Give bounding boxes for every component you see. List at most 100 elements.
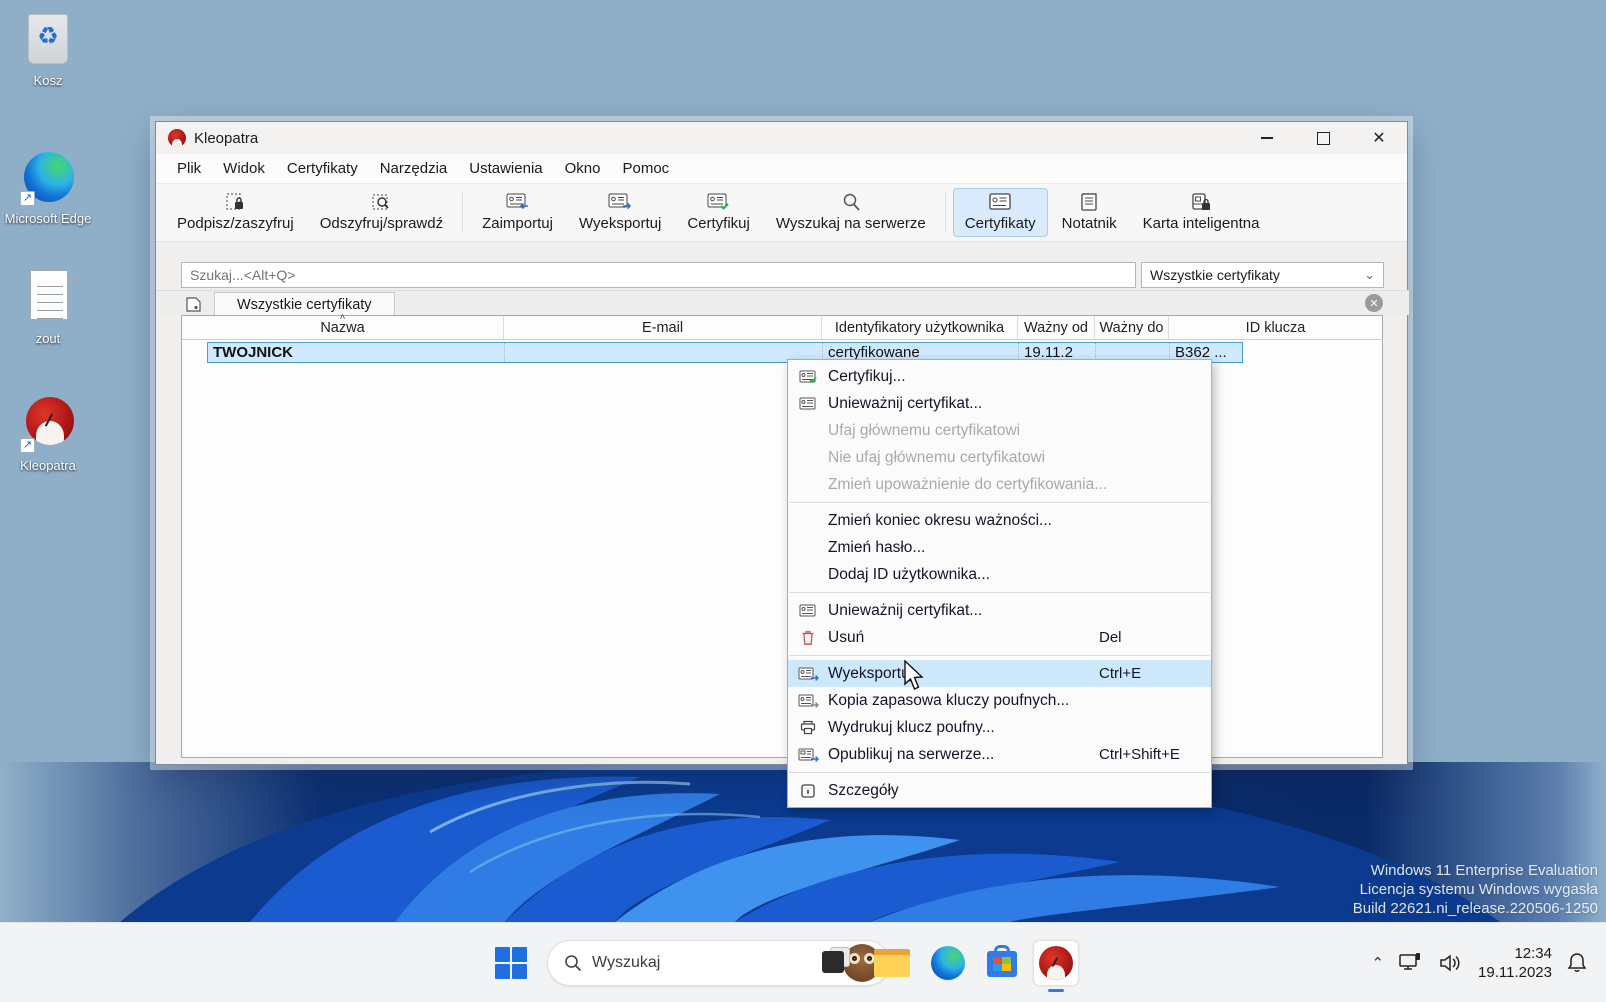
column-header-nazwa[interactable]: ˄ Nazwa xyxy=(182,316,504,339)
titlebar[interactable]: Kleopatra ✕ xyxy=(156,122,1407,154)
export-icon xyxy=(608,192,632,212)
shortcut-arrow-icon: ↗ xyxy=(20,438,35,453)
close-button[interactable]: ✕ xyxy=(1351,122,1407,154)
context-item-add-user-id[interactable]: Dodaj ID użytkownika... xyxy=(788,561,1211,588)
file-explorer-button[interactable] xyxy=(870,941,914,985)
window-title: Kleopatra xyxy=(194,130,258,147)
column-header-email[interactable]: E-mail xyxy=(504,316,822,339)
toolbar: Podpisz/zaszyfruj Odszyfruj/sprawdź Zaim… xyxy=(156,184,1407,242)
context-item-distrust-root: Nie ufaj głównemu certyfikatowi xyxy=(788,444,1211,471)
smartcard-icon xyxy=(1190,192,1212,212)
export-icon xyxy=(796,665,820,683)
notepad-icon xyxy=(1079,192,1099,212)
network-icon[interactable] xyxy=(1398,952,1424,974)
certify-icon xyxy=(707,192,731,212)
search-input[interactable] xyxy=(181,262,1136,288)
column-header-wazny-do[interactable]: Ważny do xyxy=(1095,316,1169,339)
desktop-icon-kleopatra[interactable]: ↗ Kleopatra xyxy=(0,395,96,474)
maximize-button[interactable] xyxy=(1295,122,1351,154)
desktop-icon-kosz[interactable]: ♻ Kosz xyxy=(0,10,96,89)
column-header-identyfikatory[interactable]: Identyfikatory użytkownika xyxy=(822,316,1018,339)
volume-icon[interactable] xyxy=(1438,952,1464,974)
kleopatra-taskbar-button[interactable] xyxy=(1034,941,1078,985)
decrypt-verify-icon xyxy=(371,192,391,212)
context-item-details[interactable]: Szczegóły xyxy=(788,777,1211,804)
table-header: ˄ Nazwa E-mail Identyfikatory użytkownik… xyxy=(182,316,1382,340)
toolbar-certificates[interactable]: Certyfikaty xyxy=(953,188,1048,237)
microsoft-store-button[interactable] xyxy=(980,941,1024,985)
certificate-filter-combobox[interactable]: Wszystkie certyfikaty ⌄ xyxy=(1141,262,1384,288)
revoke-certificate-icon xyxy=(796,602,820,620)
certify-icon xyxy=(796,368,820,386)
import-icon xyxy=(506,192,530,212)
close-tab-icon[interactable]: ✕ xyxy=(1365,294,1383,312)
context-separator xyxy=(789,655,1210,656)
context-separator xyxy=(789,592,1210,593)
text-document-icon xyxy=(18,268,78,328)
kleopatra-icon: ↗ xyxy=(18,395,78,455)
search-icon xyxy=(564,954,582,972)
minimize-button[interactable] xyxy=(1239,122,1295,154)
context-item-delete[interactable]: Usuń Del xyxy=(788,624,1211,651)
menu-okno[interactable]: Okno xyxy=(554,156,612,181)
edge-button[interactable] xyxy=(926,941,970,985)
search-server-icon xyxy=(841,192,861,212)
context-item-certify[interactable]: Certyfikuj... xyxy=(788,363,1211,390)
menu-narzedzia[interactable]: Narzędzia xyxy=(369,156,459,181)
edge-icon: ↗ xyxy=(18,148,78,208)
context-item-change-passphrase[interactable]: Zmień hasło... xyxy=(788,534,1211,561)
menu-certyfikaty[interactable]: Certyfikaty xyxy=(276,156,369,181)
context-item-publish-on-server[interactable]: Opublikuj na serwerze... Ctrl+Shift+E xyxy=(788,741,1211,768)
toolbar-smartcard[interactable]: Karta inteligentna xyxy=(1131,188,1272,237)
column-header-wazny-od[interactable]: Ważny od xyxy=(1018,316,1095,339)
desktop-icon-edge[interactable]: ↗ Microsoft Edge xyxy=(0,148,96,227)
publish-icon xyxy=(796,746,820,764)
context-item-backup-secret-keys[interactable]: Kopia zapasowa kluczy poufnych... xyxy=(788,687,1211,714)
details-icon xyxy=(796,782,820,800)
desktop-icon-zout[interactable]: zout xyxy=(0,268,96,347)
notifications-bell-icon[interactable] xyxy=(1566,951,1588,975)
menu-widok[interactable]: Widok xyxy=(212,156,276,181)
revoke-certificate-icon xyxy=(796,395,820,413)
context-separator xyxy=(789,772,1210,773)
print-icon xyxy=(796,719,820,737)
windows-logo-icon xyxy=(495,947,527,979)
sort-ascending-icon: ˄ xyxy=(340,312,346,323)
kleopatra-window: Kleopatra ✕ Plik Widok Certyfikaty Narzę… xyxy=(155,121,1408,765)
kleopatra-app-icon xyxy=(168,129,186,147)
toolbar-notepad[interactable]: Notatnik xyxy=(1050,188,1129,237)
sign-encrypt-icon xyxy=(225,192,245,212)
context-item-trust-root: Ufaj głównemu certyfikatowi xyxy=(788,417,1211,444)
tray-chevron-up-icon[interactable]: ⌃ xyxy=(1371,954,1384,972)
start-button[interactable] xyxy=(489,941,533,985)
toolbar-decrypt-verify[interactable]: Odszyfruj/sprawdź xyxy=(308,188,455,237)
context-item-revoke[interactable]: Unieważnij certyfikat... xyxy=(788,390,1211,417)
recycle-bin-icon: ♻ xyxy=(18,10,78,70)
task-view-icon xyxy=(814,941,858,985)
shortcut-arrow-icon: ↗ xyxy=(20,191,35,206)
column-header-id-klucza[interactable]: ID klucza xyxy=(1169,316,1382,339)
toolbar-import[interactable]: Zaimportuj xyxy=(470,188,565,237)
context-item-print-secret-key[interactable]: Wydrukuj klucz poufny... xyxy=(788,714,1211,741)
toolbar-lookup-server[interactable]: Wyszukaj na serwerze xyxy=(764,188,938,237)
toolbar-sign-encrypt[interactable]: Podpisz/zaszyfruj xyxy=(165,188,306,237)
menu-pomoc[interactable]: Pomoc xyxy=(611,156,680,181)
context-item-change-end-of-validity[interactable]: Zmień koniec okresu ważności... xyxy=(788,507,1211,534)
context-item-export[interactable]: Wyeksportuj Ctrl+E xyxy=(788,660,1211,687)
tab-all-certificates[interactable]: Wszystkie certyfikaty xyxy=(214,292,395,316)
toolbar-separator xyxy=(462,192,463,233)
toolbar-certify[interactable]: Certyfikuj xyxy=(675,188,762,237)
new-tab-icon[interactable] xyxy=(182,294,204,314)
edge-icon xyxy=(931,946,965,980)
task-view-button[interactable] xyxy=(814,941,858,985)
toolbar-export[interactable]: Wyeksportuj xyxy=(567,188,673,237)
menubar: Plik Widok Certyfikaty Narzędzia Ustawie… xyxy=(156,154,1407,184)
context-item-revoke-2[interactable]: Unieważnij certyfikat... xyxy=(788,597,1211,624)
certificates-icon xyxy=(988,192,1012,212)
context-item-change-certification-power: Zmień upoważnienie do certyfikowania... xyxy=(788,471,1211,498)
trash-icon xyxy=(796,629,820,647)
menu-ustawienia[interactable]: Ustawienia xyxy=(458,156,553,181)
taskbar-clock[interactable]: 12:34 19.11.2023 xyxy=(1478,944,1552,982)
menu-plik[interactable]: Plik xyxy=(166,156,212,181)
microsoft-store-icon xyxy=(980,941,1024,985)
